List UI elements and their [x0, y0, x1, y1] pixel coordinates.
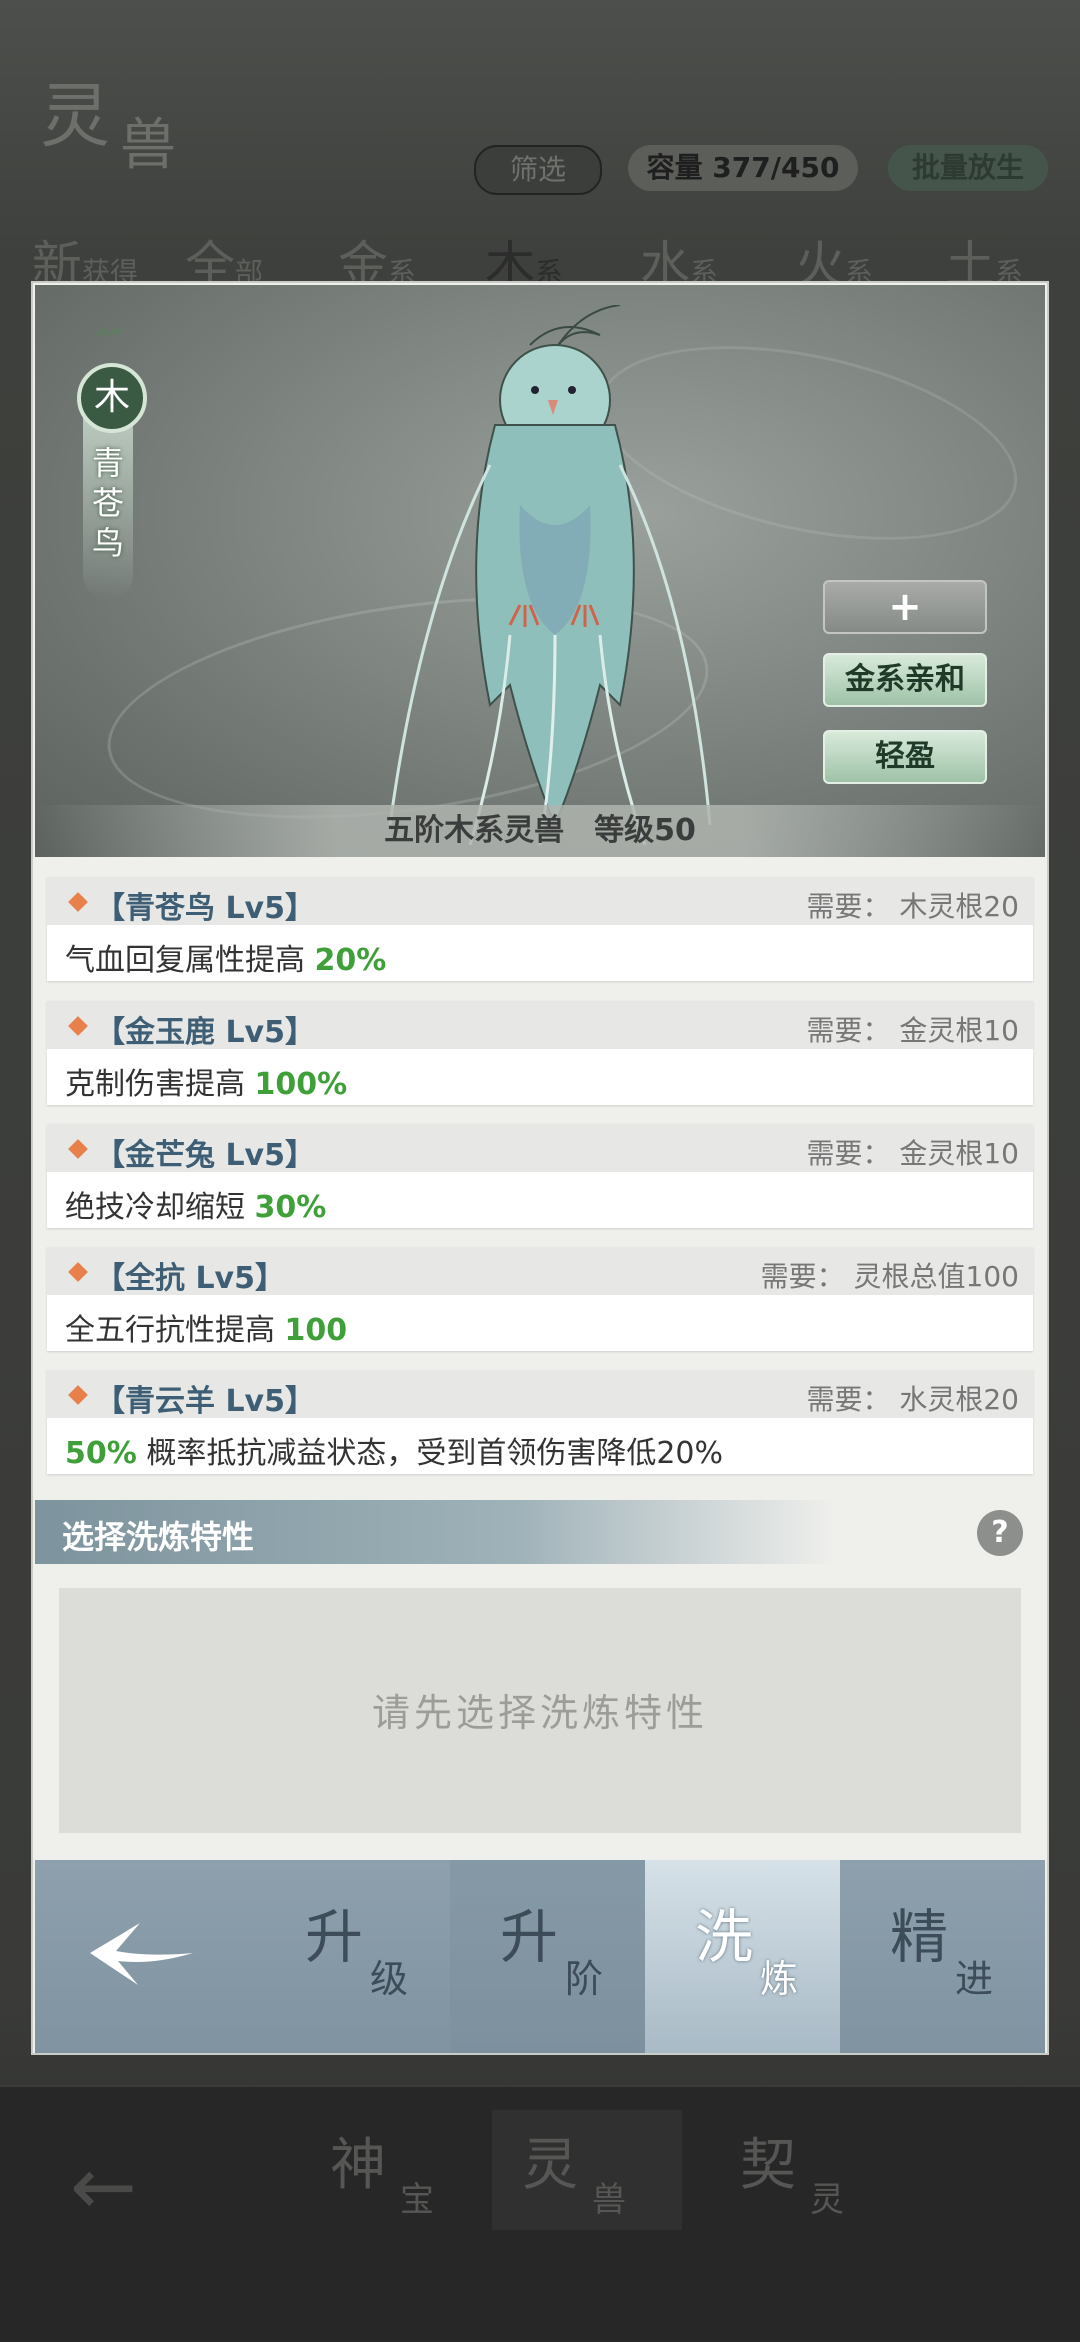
trait-requirement: 需要： 灵根总值100 — [760, 1260, 1019, 1293]
trait-item[interactable]: 【金芒兔 Lv5】 需要： 金灵根10 绝技冷却缩短 30% — [47, 1124, 1033, 1228]
capacity-display: 容量 377/450 — [628, 145, 858, 191]
tab-wash[interactable]: 洗炼 — [645, 1860, 840, 2053]
trait-description: 全五行抗性提高 100 — [65, 1313, 348, 1348]
wash-placeholder-text: 请先选择洗炼特性 — [371, 1691, 708, 1735]
batch-release-button[interactable]: 批量放生 — [888, 145, 1048, 191]
trait-name: 【青苍鸟 Lv5】 — [95, 891, 315, 926]
nav-contract-spirit[interactable]: 契灵 — [710, 2110, 900, 2230]
trait-description: 克制伤害提高 100% — [65, 1067, 348, 1102]
trait-requirement: 需要： 木灵根20 — [806, 890, 1019, 923]
add-trait-button[interactable]: + — [823, 580, 987, 634]
spirit-beast-logo: 灵 兽 — [40, 60, 210, 180]
trait-requirement: 需要： 金灵根10 — [806, 1014, 1019, 1047]
wood-element-icon: 木 — [77, 363, 147, 433]
trait-metal-affinity-button[interactable]: 金系亲和 — [823, 653, 987, 707]
wash-section-title: 选择洗炼特性 — [62, 1518, 255, 1556]
nav-spirit-beast[interactable]: 灵兽 — [492, 2110, 682, 2230]
trait-description: 绝技冷却缩短 30% — [65, 1190, 327, 1225]
filter-button[interactable]: 筛选 — [474, 145, 602, 195]
nav-divine-treasure[interactable]: 神宝 — [300, 2110, 490, 2230]
trait-item[interactable]: 【全抗 Lv5】 需要： 灵根总值100 全五行抗性提高 100 — [47, 1247, 1033, 1351]
trait-requirement: 需要： 水灵根20 — [806, 1383, 1019, 1416]
tab-refine[interactable]: 精进 — [840, 1860, 1045, 2053]
tab-level-up[interactable]: 升级 — [255, 1860, 450, 2053]
trait-name: 【金玉鹿 Lv5】 — [95, 1015, 315, 1050]
back-arrow-icon[interactable]: ← — [70, 2140, 137, 2233]
beast-rank-level: 五阶木系灵兽 等级50 — [35, 805, 1045, 857]
element-filter-tabs: 新获得 全部 金系 木系 水系 火系 土系 — [0, 225, 1080, 294]
bamboo-icon: ⺮ — [95, 325, 125, 360]
tab-rank-up[interactable]: 升阶 — [450, 1860, 645, 2053]
logo-char-main: 灵 — [40, 75, 110, 157]
trait-description: 50% 概率抵抗减益状态，受到首领伤害降低20% — [65, 1436, 724, 1471]
trait-item[interactable]: 【金玉鹿 Lv5】 需要： 金灵根10 克制伤害提高 100% — [47, 1001, 1033, 1105]
trait-description: 气血回复属性提高 20% — [65, 943, 387, 978]
help-icon[interactable]: ? — [977, 1510, 1023, 1556]
trait-light-button[interactable]: 轻盈 — [823, 730, 987, 784]
trait-requirement: 需要： 金灵根10 — [806, 1137, 1019, 1170]
trait-item[interactable]: 【青云羊 Lv5】 需要： 水灵根20 50% 概率抵抗减益状态，受到首领伤害降… — [47, 1370, 1033, 1474]
trait-name: 【金芒兔 Lv5】 — [95, 1138, 315, 1173]
beast-name: 青苍鸟 — [91, 444, 124, 562]
trait-name: 【青云羊 Lv5】 — [95, 1384, 315, 1419]
trait-name: 【全抗 Lv5】 — [95, 1261, 285, 1296]
trait-item[interactable]: 【青苍鸟 Lv5】 需要： 木灵根20 气血回复属性提高 20% — [47, 877, 1033, 981]
azure-bird-illustration — [388, 305, 712, 845]
back-arrow-icon[interactable] — [88, 1905, 198, 1995]
logo-char-second: 兽 — [120, 113, 176, 178]
